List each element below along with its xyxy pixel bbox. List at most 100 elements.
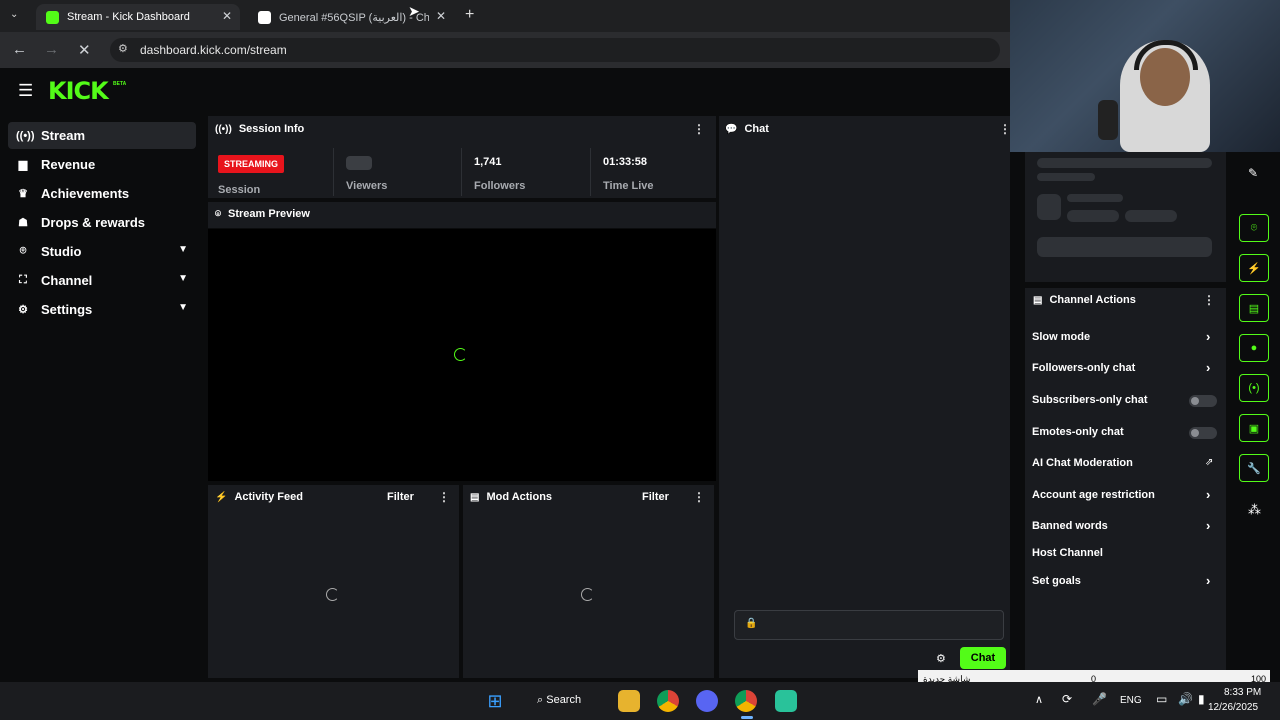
sidebar-item-channel[interactable]: ⛶ Channel ▼ bbox=[8, 267, 196, 294]
action-followers-only[interactable]: Followers-only chat bbox=[1032, 362, 1135, 374]
action-banned-words[interactable]: Banned words bbox=[1032, 520, 1108, 532]
sidebar-item-achievements[interactable]: ♛ Achievements bbox=[8, 180, 196, 207]
activity-feed-header: ⚡ Activity Feed bbox=[215, 491, 303, 503]
close-tab-icon[interactable]: ✕ bbox=[222, 9, 232, 23]
chevron-right-icon[interactable]: › bbox=[1206, 329, 1210, 344]
action-host-channel[interactable]: Host Channel bbox=[1032, 547, 1103, 559]
hamburger-menu-icon[interactable]: ☰ bbox=[18, 81, 33, 101]
edit-pencil-icon[interactable]: ✎ bbox=[1248, 166, 1258, 180]
browser-tab-bar: ⌄ Stream - Kick Dashboard ✕ General #56Q… bbox=[0, 0, 1010, 32]
action-emotes-only[interactable]: Emotes-only chat bbox=[1032, 426, 1124, 438]
followers-label: Followers bbox=[474, 180, 526, 192]
preview-icon: ⌾ bbox=[1250, 221, 1258, 234]
tab-general[interactable]: General #56QSIP (العربية) - Ch ✕ bbox=[248, 4, 454, 30]
wrench-icon: 🔧 bbox=[1247, 462, 1261, 475]
chat-input[interactable]: 🔒 bbox=[734, 610, 1004, 640]
mod-actions-header: ▤ Mod Actions bbox=[470, 491, 552, 503]
session-label: Session bbox=[218, 184, 261, 196]
tab-list-button[interactable]: ⌄ bbox=[10, 9, 18, 20]
channel-actions-menu-icon[interactable]: ⋮ bbox=[1203, 293, 1215, 307]
language-indicator[interactable]: ENG bbox=[1120, 695, 1142, 706]
tray-network-icon[interactable]: ▭ bbox=[1156, 692, 1167, 706]
sidebar-item-studio[interactable]: ⌾ Studio ▼ bbox=[8, 238, 196, 265]
close-tab-icon[interactable]: ✕ bbox=[436, 9, 446, 23]
chrome-icon[interactable] bbox=[657, 690, 679, 712]
taskbar-search[interactable]: ⌕ Search bbox=[527, 689, 597, 713]
kick-favicon-icon bbox=[46, 10, 59, 24]
tray-battery-icon[interactable]: ▮ bbox=[1198, 692, 1205, 706]
action-subscribers-only[interactable]: Subscribers-only chat bbox=[1032, 394, 1148, 406]
tray-volume-icon[interactable]: 🔊 bbox=[1178, 692, 1193, 706]
action-slow-mode[interactable]: Slow mode bbox=[1032, 331, 1090, 343]
sidebar-item-revenue[interactable]: ▆ Revenue bbox=[8, 151, 196, 178]
loading-spinner bbox=[326, 588, 339, 601]
rail-session-button[interactable]: (•) bbox=[1239, 374, 1269, 402]
studio-icon: ⌾ bbox=[19, 245, 27, 257]
panel-title: Mod Actions bbox=[486, 491, 553, 503]
tab-kick-dashboard[interactable]: Stream - Kick Dashboard ✕ bbox=[36, 4, 240, 30]
chat-bubble-icon: ● bbox=[1250, 342, 1258, 354]
media-app-icon[interactable] bbox=[775, 690, 797, 712]
subscribers-only-toggle[interactable] bbox=[1189, 395, 1217, 407]
search-icon: ⌕ bbox=[537, 694, 544, 706]
action-set-goals[interactable]: Set goals bbox=[1032, 575, 1081, 587]
chat-bubble-icon: 💬 bbox=[725, 123, 738, 135]
back-arrow-icon[interactable]: ← bbox=[12, 41, 27, 58]
activity-menu-icon[interactable]: ⋮ bbox=[438, 490, 450, 504]
active-app-indicator bbox=[741, 716, 753, 719]
chevron-right-icon[interactable]: › bbox=[1206, 518, 1210, 533]
url-text: dashboard.kick.com/stream bbox=[140, 43, 287, 57]
beta-badge: BETA bbox=[113, 81, 127, 87]
discord-icon[interactable] bbox=[696, 690, 718, 712]
sidebar-item-label: Achievements bbox=[41, 186, 130, 201]
sidebar-item-drops[interactable]: ☗ Drops & rewards bbox=[8, 209, 196, 236]
tray-chevron-up-icon[interactable]: ∧ bbox=[1035, 693, 1043, 706]
mod-menu-icon[interactable]: ⋮ bbox=[693, 490, 705, 504]
widgets-icon[interactable]: ⁂ bbox=[1248, 502, 1261, 518]
loading-spinner bbox=[581, 588, 594, 601]
rail-tools-button[interactable]: 🔧 bbox=[1239, 454, 1269, 482]
sidebar-item-stream[interactable]: ((•)) Stream bbox=[8, 122, 196, 149]
clock-time[interactable]: 8:33 PM bbox=[1224, 687, 1261, 698]
rail-channel-actions-button[interactable]: ▣ bbox=[1239, 414, 1269, 442]
rail-chat-button[interactable]: ● bbox=[1239, 334, 1269, 362]
sidebar-item-label: Settings bbox=[41, 302, 93, 317]
site-info-icon[interactable]: ⚙ bbox=[118, 42, 128, 55]
chevron-right-icon[interactable]: › bbox=[1206, 487, 1210, 502]
action-ai-moderation[interactable]: AI Chat Moderation bbox=[1032, 457, 1133, 469]
url-field[interactable]: ⚙ dashboard.kick.com/stream bbox=[110, 38, 1000, 62]
chrome-active-icon[interactable] bbox=[735, 690, 757, 712]
new-tab-button[interactable]: + bbox=[465, 6, 474, 24]
external-chart-icon[interactable]: ⇗ bbox=[1205, 457, 1213, 468]
viewers-label: Viewers bbox=[346, 180, 388, 192]
panel-title: Chat bbox=[744, 123, 769, 135]
sidebar-item-label: Stream bbox=[41, 128, 86, 143]
forward-arrow-icon[interactable]: → bbox=[44, 41, 59, 58]
mod-actions-panel bbox=[463, 485, 714, 678]
action-account-age[interactable]: Account age restriction bbox=[1032, 489, 1155, 501]
tray-sync-icon[interactable]: ⟳ bbox=[1062, 692, 1072, 706]
tray-mic-icon[interactable]: 🎤 bbox=[1092, 692, 1107, 706]
sidebar-item-label: Studio bbox=[41, 244, 82, 259]
chat-send-button[interactable]: Chat bbox=[960, 647, 1006, 669]
kick-logo[interactable]: KICK bbox=[48, 77, 109, 105]
time-live-label: Time Live bbox=[603, 180, 654, 192]
activity-filter-button[interactable]: Filter bbox=[387, 491, 414, 503]
chat-settings-gear-icon[interactable]: ⚙ bbox=[936, 652, 946, 665]
rail-mod-actions-button[interactable]: ▤ bbox=[1239, 294, 1269, 322]
sidebar-item-settings[interactable]: ⚙ Settings ▼ bbox=[8, 296, 196, 323]
rail-activity-button[interactable]: ⚡ bbox=[1239, 254, 1269, 282]
clock-date[interactable]: 12/26/2025 bbox=[1208, 702, 1258, 713]
stop-loading-icon[interactable]: ✕ bbox=[78, 41, 91, 59]
rail-preview-button[interactable]: ⌾ bbox=[1239, 214, 1269, 242]
chevron-right-icon[interactable]: › bbox=[1206, 360, 1210, 375]
panel-title: Activity Feed bbox=[234, 491, 303, 503]
channel-icon: ⛶ bbox=[19, 274, 27, 286]
windows-start-icon[interactable]: ⊞ bbox=[484, 690, 506, 712]
mod-filter-button[interactable]: Filter bbox=[642, 491, 669, 503]
session-menu-icon[interactable]: ⋮ bbox=[693, 122, 705, 136]
emotes-only-toggle[interactable] bbox=[1189, 427, 1217, 439]
chevron-right-icon[interactable]: › bbox=[1206, 573, 1210, 588]
chart-icon: ▆ bbox=[18, 159, 28, 171]
file-explorer-icon[interactable] bbox=[618, 690, 640, 712]
